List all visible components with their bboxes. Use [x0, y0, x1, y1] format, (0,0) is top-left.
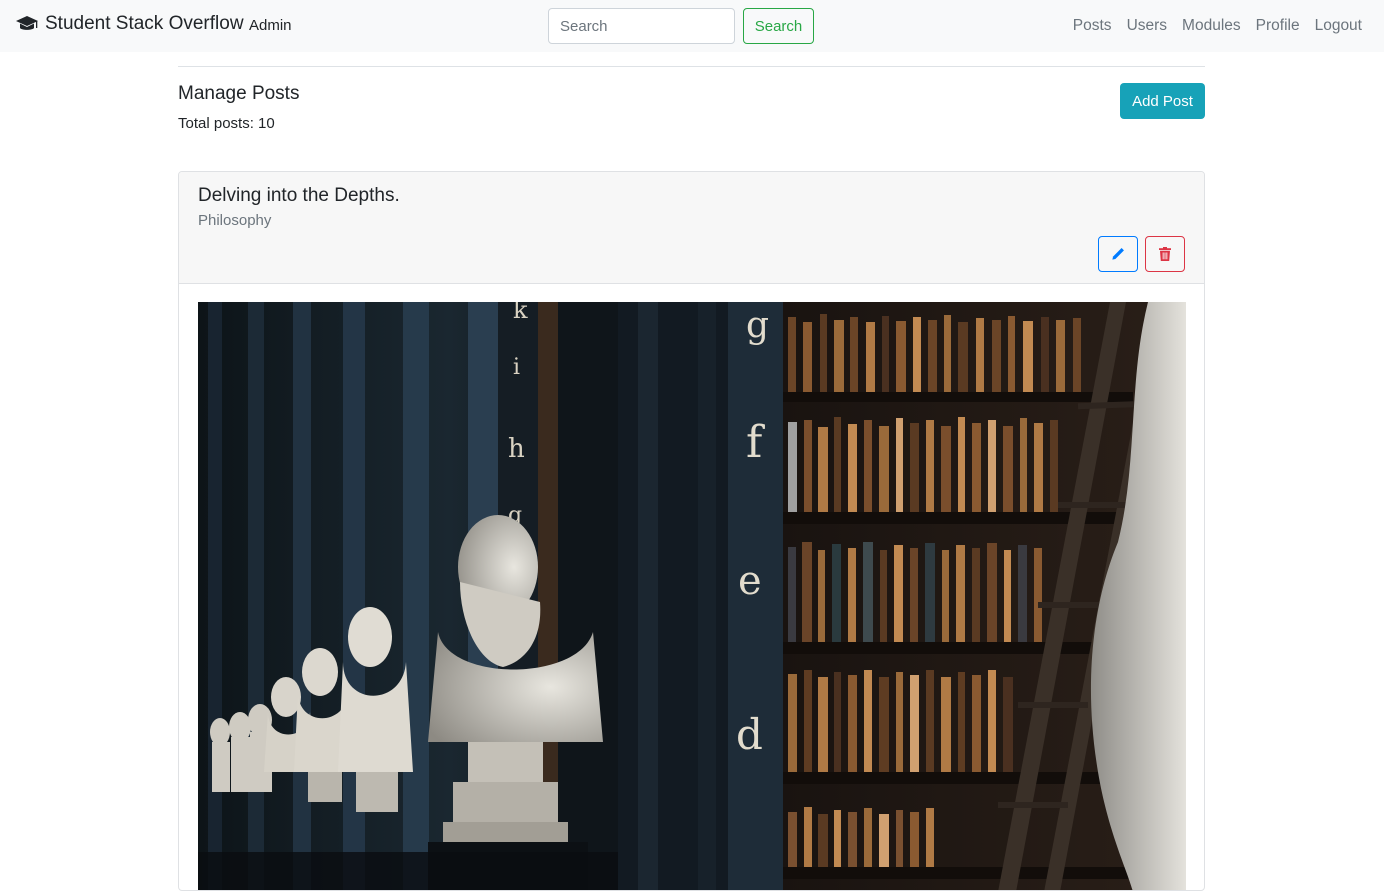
divider	[178, 66, 1205, 67]
post-card-header: Delving into the Depths. Philosophy	[179, 172, 1204, 284]
post-card: Delving into the Depths. Philosophy k i …	[178, 171, 1205, 891]
page-title: Manage Posts	[178, 83, 300, 104]
search-button[interactable]: Search	[743, 8, 814, 44]
nav-links: Posts Users Modules Profile Logout	[1073, 17, 1362, 35]
delete-post-button[interactable]	[1145, 236, 1185, 272]
nav-modules[interactable]: Modules	[1182, 17, 1241, 35]
total-posts: Total posts: 10	[178, 115, 275, 132]
library-busts-photo: k i h g g f e d	[198, 302, 1186, 890]
brand-link[interactable]: Student Stack Overflow	[15, 13, 244, 35]
svg-text:h: h	[508, 434, 525, 464]
trash-icon	[1159, 247, 1171, 261]
search-input[interactable]	[548, 8, 735, 44]
nav-users[interactable]: Users	[1127, 17, 1167, 35]
edit-post-button[interactable]	[1098, 236, 1138, 272]
navbar: Student Stack Overflow Admin Search Post…	[0, 0, 1384, 52]
svg-text:d: d	[736, 710, 763, 759]
post-image: k i h g g f e d	[198, 302, 1186, 890]
user-role: Admin	[249, 17, 292, 34]
post-module: Philosophy	[198, 212, 272, 229]
post-title: Delving into the Depths.	[198, 185, 400, 206]
svg-text:e: e	[738, 558, 762, 604]
pencil-icon	[1112, 248, 1124, 260]
add-post-button[interactable]: Add Post	[1120, 83, 1205, 119]
svg-text:f: f	[746, 417, 765, 468]
nav-logout[interactable]: Logout	[1315, 17, 1362, 35]
svg-text:k: k	[513, 302, 528, 324]
svg-text:g: g	[746, 305, 769, 346]
svg-text:i: i	[513, 355, 520, 380]
nav-profile[interactable]: Profile	[1256, 17, 1300, 35]
brand-name: Student Stack Overflow	[45, 13, 244, 34]
graduation-cap-icon	[16, 16, 38, 30]
nav-posts[interactable]: Posts	[1073, 17, 1112, 35]
